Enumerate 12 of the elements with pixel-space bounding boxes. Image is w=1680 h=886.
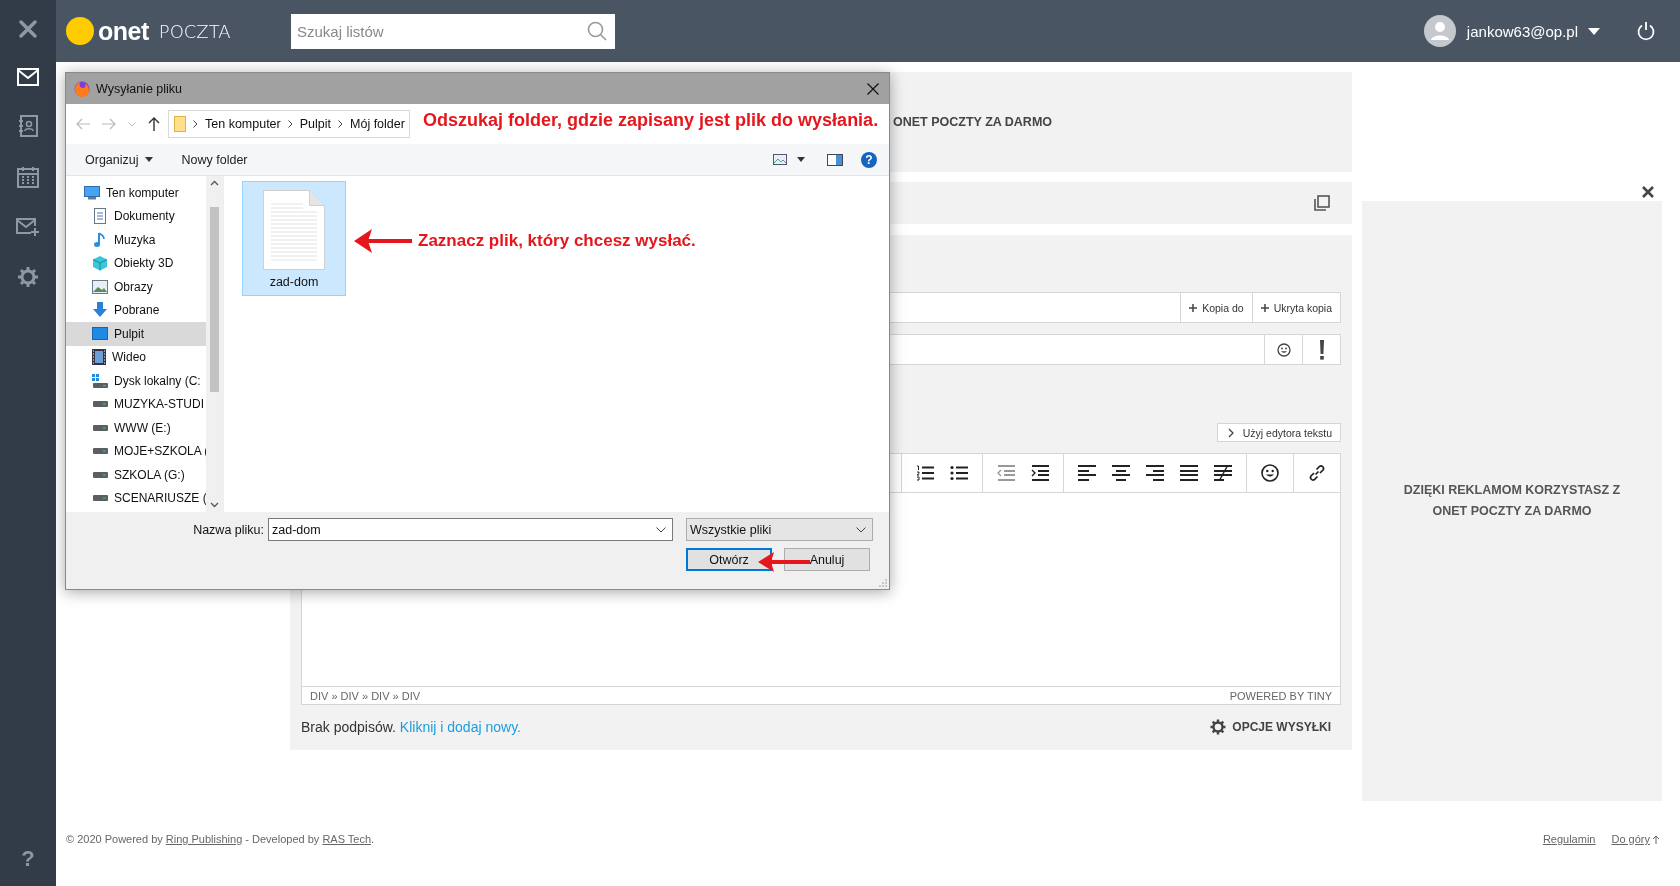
element-path: DIV » DIV » DIV » DIV	[310, 689, 421, 702]
ad-text: ONET POCZTY ZA DARMO	[893, 115, 1053, 129]
product-name: POCZTA	[158, 20, 231, 42]
annotation-text: Odszukaj folder, gdzie zapisany jest plik do wysłania.	[423, 110, 879, 131]
annotation-text: Zaznacz plik, który chcesz wysłać.	[418, 231, 696, 251]
signature-text: Brak podpisów. Kliknij i dodaj nowy.	[301, 719, 521, 735]
logo-text: onet	[98, 16, 149, 46]
ad-text: DZIĘKI REKLAMOM KORZYSTASZ Z ONET POCZTY ZA DARMO	[1402, 482, 1622, 520]
powered-by-text: POWERED BY TINY	[1229, 689, 1332, 702]
copyright-text: © 2020 Powered by Ring Publishing - Developed by RAS Tech.	[66, 833, 375, 845]
file-name-label: Nazwa pliku:	[192, 522, 264, 537]
dialog-title: Wysyłanie pliku	[96, 81, 183, 96]
